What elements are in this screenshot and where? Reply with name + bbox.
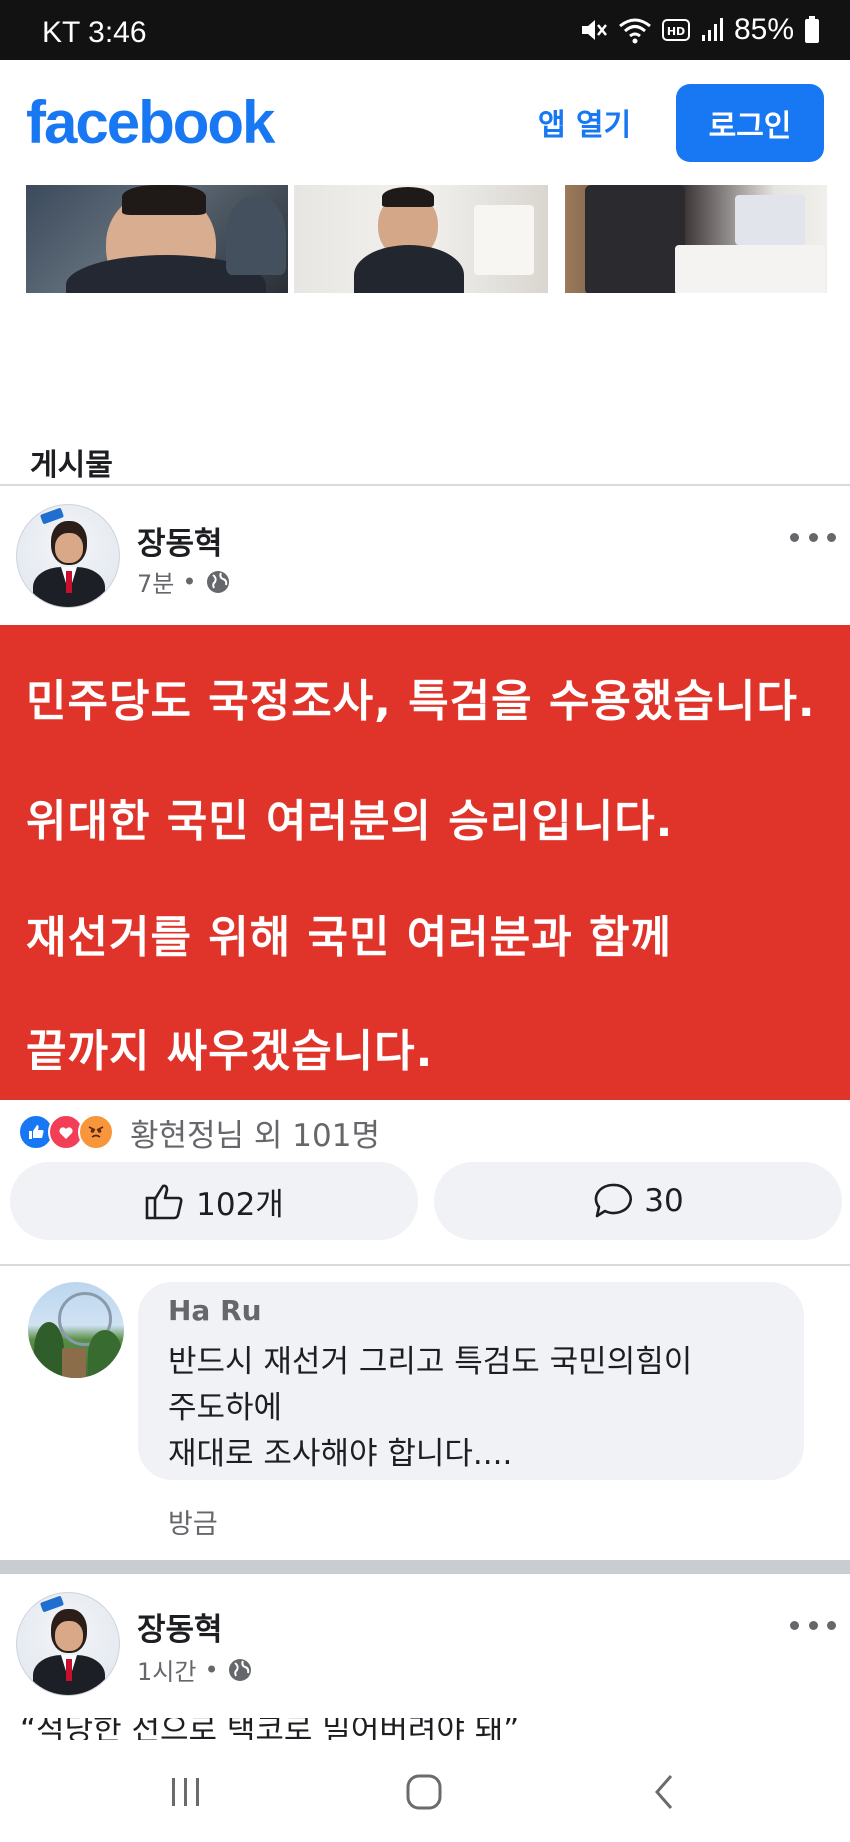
angry-reaction-icon <box>78 1114 114 1150</box>
post-author[interactable]: 장동혁 <box>137 518 223 563</box>
author-avatar[interactable] <box>16 504 120 608</box>
card-line: 끝까지 싸우겠습니다. <box>26 1026 434 1077</box>
facebook-logo[interactable]: facebook <box>26 88 275 157</box>
post-text-card[interactable]: 민주당도 국정조사, 특검을 수용했습니다. 위대한 국민 여러분의 승리입니다… <box>0 625 850 1100</box>
mute-icon <box>581 20 607 40</box>
card-line: 민주당도 국정조사, 특검을 수용했습니다. <box>26 676 816 727</box>
post-text: “적당한 선으로 택코로 밀어버려야 돼” <box>20 1718 830 1740</box>
post-meta: 7분 • <box>137 564 231 599</box>
like-count: 102개 <box>196 1186 284 1223</box>
post-text-content: “적당한 선으로 택코로 밀어버려야 돼” <box>20 1718 520 1740</box>
commenter-avatar[interactable] <box>28 1282 124 1378</box>
app-header: facebook 앱 열기 로그인 <box>0 60 850 180</box>
thumbs-up-icon <box>145 1184 183 1220</box>
comment-count: 30 <box>644 1183 684 1219</box>
home-icon[interactable] <box>364 1742 484 1842</box>
comment-text-line: 주도하에 <box>168 1390 283 1426</box>
status-icons: HD 85% <box>578 12 820 48</box>
comment-button[interactable]: 30 <box>434 1162 842 1240</box>
divider <box>0 1264 850 1266</box>
divider <box>0 484 850 486</box>
recent-apps-icon[interactable] <box>126 1742 246 1842</box>
comment-author[interactable]: Ha Ru <box>168 1294 262 1327</box>
card-line: 재선거를 위해 국민 여러분과 함께 <box>26 912 672 963</box>
login-button[interactable]: 로그인 <box>676 84 824 162</box>
post-separator <box>0 1560 850 1574</box>
comment-text-line: 재대로 조사해야 합니다.... <box>168 1436 513 1472</box>
like-button[interactable]: 102개 <box>10 1162 418 1240</box>
comment-text-line: 반드시 재선거 그리고 특검도 국민의힘이 <box>168 1344 693 1380</box>
globe-icon <box>228 1658 251 1681</box>
post-time[interactable]: 1시간 <box>137 1652 196 1687</box>
reaction-icons[interactable] <box>18 1112 114 1152</box>
post-author[interactable]: 장동혁 <box>137 1604 223 1649</box>
battery-percent: 85% <box>733 13 794 46</box>
photo-thumbnail[interactable] <box>565 185 827 293</box>
reaction-summary[interactable]: 황현정님 외 101명 <box>130 1110 380 1155</box>
system-nav-bar <box>0 1742 850 1842</box>
svg-text:HD: HD <box>667 25 685 38</box>
post-meta: 1시간 • <box>137 1652 253 1687</box>
status-time: KT 3:46 <box>42 16 147 49</box>
open-app-link[interactable]: 앱 열기 <box>538 100 631 144</box>
status-bar: KT 3:46 HD 85% <box>0 0 850 60</box>
back-icon[interactable] <box>604 1742 724 1842</box>
post-time[interactable]: 7분 <box>137 564 174 599</box>
signal-icon <box>701 18 723 41</box>
more-options-icon[interactable] <box>790 1610 836 1640</box>
photo-thumbnail[interactable] <box>294 185 548 293</box>
author-avatar[interactable] <box>16 1592 120 1696</box>
more-options-icon[interactable] <box>790 522 836 552</box>
comment-time[interactable]: 방금 <box>168 1502 218 1541</box>
separator-dot: • <box>204 1655 219 1684</box>
photo-thumbnail[interactable] <box>26 185 288 293</box>
comment-icon <box>594 1183 633 1218</box>
hd-icon: HD <box>661 19 690 41</box>
card-line: 위대한 국민 여러분의 승리입니다. <box>26 796 674 847</box>
separator-dot: • <box>182 567 197 596</box>
wifi-icon <box>619 18 651 44</box>
battery-icon <box>805 16 819 43</box>
globe-icon <box>206 570 229 593</box>
section-title: 게시물 <box>30 448 113 483</box>
